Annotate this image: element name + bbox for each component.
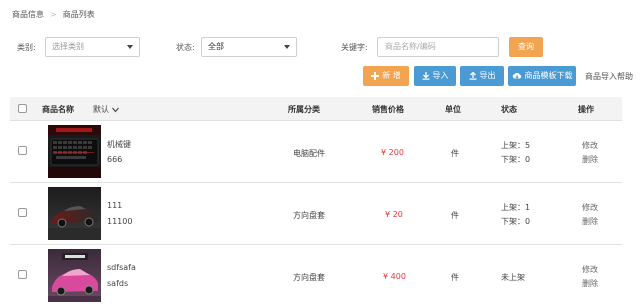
delete-link[interactable]: 删除 (582, 278, 598, 289)
import-icon (422, 72, 429, 80)
row-checkbox[interactable] (18, 146, 27, 155)
delete-link[interactable]: 删除 (582, 216, 598, 227)
product-price: ¥ 20 (385, 210, 403, 219)
plus-icon (371, 72, 380, 80)
status-off-shelf: 下架：0 (501, 217, 531, 226)
sort-default-dropdown[interactable]: 默认 (93, 104, 119, 115)
status-label: 状态: (176, 43, 195, 52)
header-product-name: 商品名称 (42, 105, 74, 114)
product-thumbnail-car-dark[interactable] (48, 187, 101, 240)
breadcrumb-item-product-info[interactable]: 商品信息 (12, 9, 44, 20)
keyword-placeholder: 商品名称/编码 (385, 42, 436, 51)
chevron-down-icon (127, 45, 133, 49)
add-button-label: 新 增 (382, 71, 401, 80)
breadcrumb-item-product-list: 商品列表 (62, 10, 95, 19)
product-code: safds (107, 279, 129, 288)
product-category: 电脑配件 (293, 149, 325, 158)
product-unit: 件 (451, 149, 459, 158)
template-download-button-label: 商品模板下载 (524, 71, 573, 80)
import-help-link[interactable]: 商品导入帮助 (585, 71, 633, 82)
product-name[interactable]: 111 (107, 201, 122, 210)
product-price: ¥ 400 (383, 272, 406, 281)
header-unit: 单位 (445, 105, 461, 114)
product-name[interactable]: 机械键 (107, 139, 131, 150)
table-row: 机械键 666 电脑配件 ¥ 200 件 上架：5 下架：0 修改 删除 (10, 121, 622, 183)
product-code: 666 (107, 155, 123, 164)
chevron-down-icon (284, 45, 290, 49)
delete-link[interactable]: 删除 (582, 154, 598, 165)
status-not-listed: 未上架 (501, 273, 525, 282)
category-select-value: 选择类别 (52, 42, 84, 51)
edit-link[interactable]: 修改 (582, 264, 598, 275)
status-on-shelf: 上架：5 (501, 141, 531, 150)
product-code: 11100 (107, 217, 133, 226)
product-category: 方向盘套 (293, 211, 325, 220)
edit-link[interactable]: 修改 (582, 202, 598, 213)
cloud-download-icon (512, 72, 521, 79)
breadcrumb-separator: > (50, 10, 57, 19)
add-button[interactable]: 新 增 (363, 66, 409, 86)
header-category: 所属分类 (288, 105, 320, 114)
export-button[interactable]: 导出 (460, 66, 504, 86)
export-icon (469, 72, 476, 80)
sort-default-label: 默认 (93, 105, 109, 114)
header-status: 状态 (501, 105, 517, 114)
row-checkbox[interactable] (18, 270, 27, 279)
filter-bar: 类别: 选择类别 状态: 全部 关键字: 商品名称/编码 查询 (0, 36, 640, 58)
select-all-checkbox[interactable] (18, 104, 27, 113)
export-button-label: 导出 (479, 71, 496, 80)
product-category: 方向盘套 (293, 273, 325, 282)
status-on-shelf: 上架：1 (501, 203, 531, 212)
status-select[interactable]: 全部 (201, 37, 297, 57)
status-off-shelf: 下架：0 (501, 155, 531, 164)
header-operations: 操作 (578, 105, 594, 114)
product-price: ¥ 200 (381, 148, 404, 157)
product-thumbnail-keyboard[interactable] (48, 125, 101, 178)
table-header: 商品名称 默认 所属分类 销售价格 单位 状态 操作 (10, 97, 622, 121)
product-thumbnail-car-pink[interactable] (48, 249, 101, 302)
action-toolbar: 新 增 导入 导出 商品模板下载 商品导入帮助 (0, 66, 640, 86)
table-row: sdfsafa safds 方向盘套 ¥ 400 件 未上架 修改 删除 (10, 245, 622, 306)
chevron-down-icon (111, 107, 119, 112)
template-download-button[interactable]: 商品模板下载 (508, 66, 576, 86)
category-select[interactable]: 选择类别 (45, 37, 140, 57)
header-price: 销售价格 (372, 105, 404, 114)
query-button[interactable]: 查询 (509, 37, 543, 57)
keyword-label: 关键字: (341, 43, 368, 52)
edit-link[interactable]: 修改 (582, 140, 598, 151)
table-row: 111 11100 方向盘套 ¥ 20 件 上架：1 下架：0 修改 删除 (10, 183, 622, 245)
product-unit: 件 (451, 273, 459, 282)
status-select-value: 全部 (208, 42, 224, 51)
product-name[interactable]: sdfsafa (107, 263, 136, 272)
import-button-label: 导入 (432, 71, 449, 80)
keyword-input[interactable]: 商品名称/编码 (377, 37, 499, 57)
import-button[interactable]: 导入 (414, 66, 456, 86)
breadcrumb: 商品信息 > 商品列表 (12, 9, 95, 20)
product-unit: 件 (451, 211, 459, 220)
product-table: 商品名称 默认 所属分类 销售价格 单位 状态 操作 机械键 666 电脑配件 … (10, 97, 622, 306)
category-label: 类别: (17, 43, 36, 52)
row-checkbox[interactable] (18, 208, 27, 217)
